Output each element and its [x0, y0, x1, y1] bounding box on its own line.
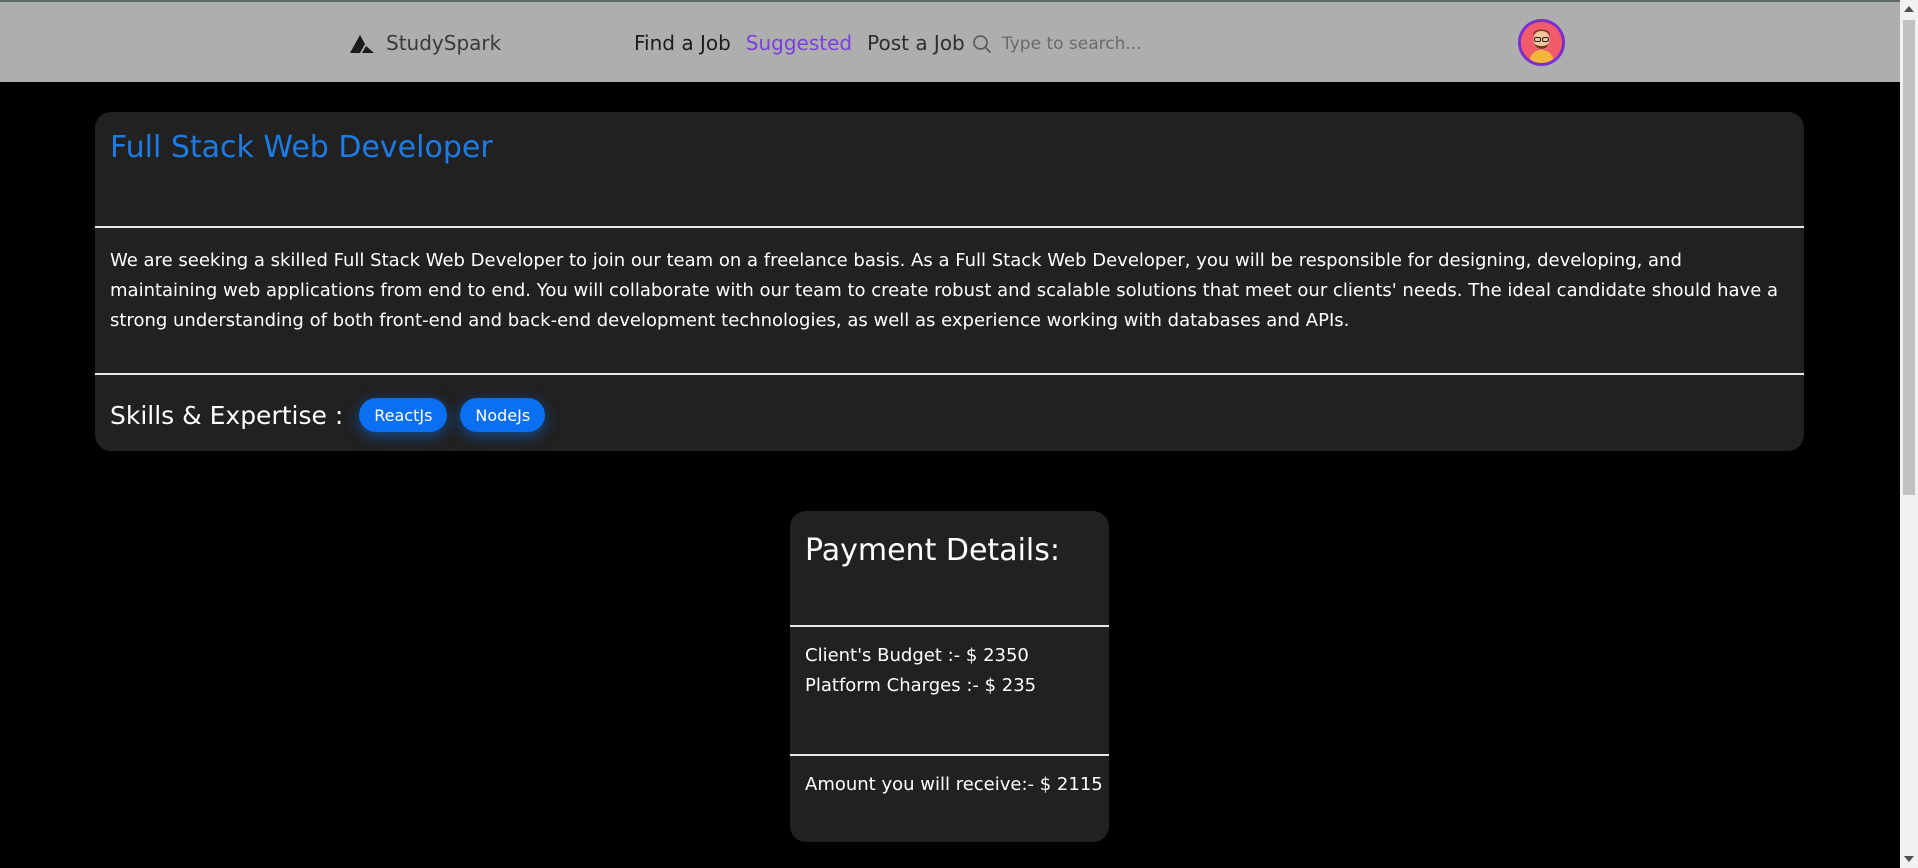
- client-budget: Client's Budget :- $ 2350: [805, 645, 1029, 666]
- page-scrollbar[interactable]: [1900, 0, 1918, 868]
- navbar: StudySpark Find a Job Suggested Post a J…: [0, 0, 1900, 82]
- search-icon: [973, 35, 991, 53]
- brand-name: StudySpark: [386, 31, 502, 55]
- skill-chip-reactjs[interactable]: ReactJs: [359, 398, 448, 432]
- skills-row: Skills & Expertise : ReactJs NodeJs: [110, 394, 558, 436]
- user-avatar[interactable]: [1518, 19, 1565, 66]
- search-bar: [958, 22, 1506, 66]
- amount-you-will-receive: Amount you will receive:- $ 2115: [805, 774, 1103, 795]
- job-title-divider: [95, 226, 1804, 228]
- scroll-up-icon[interactable]: [1904, 6, 1914, 12]
- job-title: Full Stack Web Developer: [110, 130, 493, 165]
- skill-chip-nodejs[interactable]: NodeJs: [460, 398, 546, 432]
- platform-charges: Platform Charges :- $ 235: [805, 675, 1037, 696]
- job-description-divider: [95, 373, 1804, 375]
- brand-logo-icon: [350, 35, 374, 53]
- job-details-card: Full Stack Web Developer We are seeking …: [95, 112, 1804, 451]
- payment-details-card: Payment Details: Client's Budget :- $ 23…: [790, 511, 1109, 842]
- avatar-icon: [1521, 22, 1562, 63]
- search-input[interactable]: [1000, 33, 1480, 55]
- payment-charges-divider: [790, 754, 1109, 756]
- nav-links: Find a Job Suggested Post a Job: [634, 26, 980, 60]
- nav-post-a-job[interactable]: Post a Job: [867, 31, 965, 55]
- brand-logo-link[interactable]: StudySpark: [348, 26, 501, 60]
- scroll-down-icon[interactable]: [1904, 856, 1914, 862]
- skills-label: Skills & Expertise :: [110, 400, 344, 430]
- payment-title: Payment Details:: [805, 533, 1060, 568]
- job-description: We are seeking a skilled Full Stack Web …: [110, 250, 1779, 331]
- nav-find-a-job[interactable]: Find a Job: [634, 31, 731, 55]
- nav-suggested[interactable]: Suggested: [746, 31, 852, 55]
- scrollbar-thumb[interactable]: [1903, 20, 1915, 495]
- payment-title-divider: [790, 625, 1109, 627]
